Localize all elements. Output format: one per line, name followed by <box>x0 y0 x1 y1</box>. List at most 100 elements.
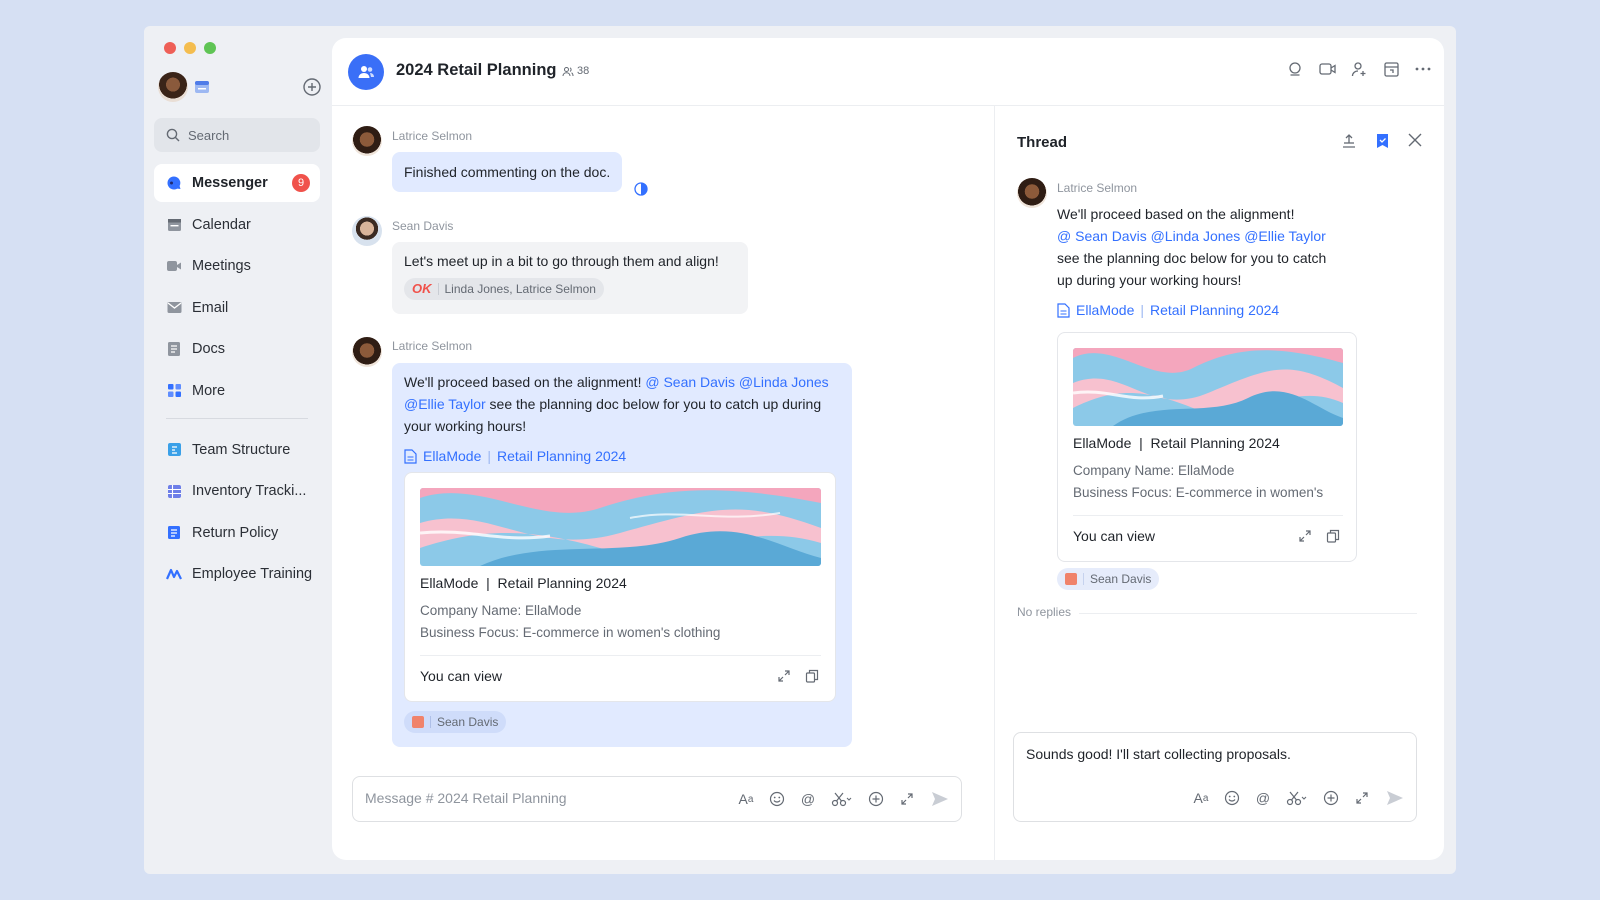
card-company-name: Company Name: EllaMode <box>1073 463 1235 478</box>
reaction-chip[interactable]: OK Linda Jones, Latrice Selmon <box>404 278 604 300</box>
reaction-chip[interactable]: Sean Davis <box>404 711 507 733</box>
send-icon[interactable] <box>1384 789 1406 807</box>
member-count[interactable]: 38 <box>562 65 589 77</box>
sidebar-item-email[interactable]: Email <box>154 289 320 327</box>
sidebar-item-calendar[interactable]: Calendar <box>154 206 320 244</box>
ok-emoji-icon: OK <box>412 281 432 296</box>
thread-message-line: We'll proceed based on the alignment! <box>1057 206 1295 222</box>
sidebar-item-label: More <box>192 382 226 399</box>
sidebar-divider <box>166 417 308 419</box>
doc-link-text[interactable]: EllaMode <box>1076 299 1134 321</box>
close-icon[interactable] <box>1408 133 1422 147</box>
search-history-icon[interactable] <box>1286 60 1304 78</box>
reaction-chip[interactable]: Sean Davis <box>1057 568 1160 590</box>
text-format-icon[interactable]: Aa <box>1192 789 1210 807</box>
reaction-users: Linda Jones, Latrice Selmon <box>444 282 596 296</box>
read-receipt-icon[interactable] <box>634 182 648 196</box>
search-placeholder: Search <box>188 127 230 143</box>
sidebar-nav: Messenger 9 Calendar Meetings Email Docs… <box>154 164 320 597</box>
add-member-icon[interactable] <box>1350 60 1368 78</box>
mention-sean-davis[interactable]: @ Sean Davis <box>645 374 735 390</box>
add-circle-icon[interactable] <box>1322 789 1340 807</box>
sidebar-pinned-inventory-tracking[interactable]: Inventory Tracki... <box>154 472 320 510</box>
user-avatar[interactable] <box>158 72 188 102</box>
message-text-part: We'll proceed based on the alignment! <box>404 374 646 390</box>
mention-linda-jones[interactable]: @Linda Jones <box>735 374 829 390</box>
org-icon <box>166 442 182 458</box>
message-bubble[interactable]: Let's meet up in a bit to go through the… <box>392 242 748 314</box>
expand-icon[interactable] <box>777 669 791 683</box>
calendar-status-icon[interactable] <box>194 79 210 95</box>
send-icon[interactable] <box>929 790 951 808</box>
more-options-icon[interactable] <box>1414 60 1432 78</box>
copy-icon[interactable] <box>805 669 819 683</box>
scissors-icon[interactable] <box>1285 789 1309 807</box>
bookmark-icon[interactable] <box>1375 133 1390 149</box>
message-text: Let's meet up in a bit to go through the… <box>404 253 719 269</box>
avatar[interactable] <box>1017 178 1047 208</box>
docs-icon <box>166 341 182 357</box>
thread-message: We'll proceed based on the alignment! @ … <box>1057 203 1357 321</box>
reply-input-value[interactable]: Sounds good! I'll start collecting propo… <box>1026 746 1291 762</box>
message-bubble[interactable]: Finished commenting on the doc. <box>392 152 623 192</box>
members-icon <box>562 66 574 76</box>
sidebar-pinned-employee-training[interactable]: Employee Training <box>154 555 320 593</box>
copy-icon[interactable] <box>1326 529 1340 543</box>
message-composer[interactable]: Message # 2024 Retail Planning Aa @ <box>352 776 962 822</box>
sidebar-pinned-return-policy[interactable]: Return Policy <box>154 514 320 552</box>
add-circle-icon[interactable] <box>302 77 322 97</box>
sidebar-item-label: Employee Training <box>192 566 313 582</box>
expand-composer-icon[interactable] <box>898 790 916 808</box>
avatar[interactable] <box>352 337 382 367</box>
pin-board-icon[interactable] <box>1382 60 1400 78</box>
sidebar-item-label: Messenger <box>192 175 268 191</box>
mention-icon[interactable]: @ <box>1254 789 1272 807</box>
sidebar-item-label: Docs <box>192 341 226 357</box>
emoji-icon[interactable] <box>768 790 786 808</box>
share-icon[interactable] <box>1341 133 1357 149</box>
sender-name[interactable]: Sean Davis <box>392 219 453 233</box>
reply-composer[interactable]: Sounds good! I'll start collecting propo… <box>1013 732 1417 822</box>
doc-link-text[interactable]: Retail Planning 2024 <box>1150 299 1279 321</box>
card-permission: You can view <box>1073 528 1155 544</box>
grid-icon <box>166 383 182 399</box>
expand-composer-icon[interactable] <box>1353 789 1371 807</box>
video-call-icon[interactable] <box>1318 60 1336 78</box>
doc-icon <box>404 448 417 464</box>
sidebar-item-label: Return Policy <box>192 524 279 541</box>
doc-link[interactable]: EllaMode | Retail Planning 2024 <box>404 445 840 467</box>
add-circle-icon[interactable] <box>867 790 885 808</box>
doc-link-text[interactable]: EllaMode <box>423 445 481 467</box>
expand-icon[interactable] <box>1298 529 1312 543</box>
sender-name[interactable]: Latrice Selmon <box>392 129 472 143</box>
chat-title[interactable]: 2024 Retail Planning <box>396 61 556 80</box>
mention-ellie-taylor[interactable]: @Ellie Taylor <box>404 396 486 412</box>
sidebar-item-meetings[interactable]: Meetings <box>154 247 320 285</box>
doc-link-separator: | <box>487 448 492 464</box>
doc-link-text[interactable]: Retail Planning 2024 <box>497 445 626 467</box>
sender-name[interactable]: Latrice Selmon <box>1057 181 1137 195</box>
group-avatar[interactable] <box>348 54 384 90</box>
thread-mentions[interactable]: @ Sean Davis @Linda Jones @Ellie Taylor <box>1057 225 1357 247</box>
doc-link[interactable]: EllaMode | Retail Planning 2024 <box>1057 299 1357 321</box>
text-format-icon[interactable]: Aa <box>737 790 755 808</box>
sidebar-item-messenger[interactable]: Messenger 9 <box>154 164 320 202</box>
emoji-icon[interactable] <box>1223 789 1241 807</box>
sender-name[interactable]: Latrice Selmon <box>392 339 472 353</box>
sidebar-item-label: Email <box>192 299 229 316</box>
doc-preview-card[interactable]: EllaMode | Retail Planning 2024 Company … <box>1057 332 1357 562</box>
sidebar-item-docs[interactable]: Docs <box>154 330 320 368</box>
sidebar-item-more[interactable]: More <box>154 372 320 410</box>
chat-header: 2024 Retail Planning 38 <box>332 38 1444 106</box>
main-panel: 2024 Retail Planning 38 Latrice Selmon F… <box>332 38 1444 860</box>
chat-messages: Latrice Selmon Finished commenting on th… <box>332 106 994 860</box>
avatar[interactable] <box>352 126 382 156</box>
thread-actions <box>1341 133 1422 149</box>
avatar[interactable] <box>352 216 382 246</box>
doc-preview-card[interactable]: EllaMode | Retail Planning 2024 Company … <box>404 472 836 702</box>
mention-icon[interactable]: @ <box>799 790 817 808</box>
scissors-icon[interactable] <box>830 790 854 808</box>
message-text: Finished commenting on the doc. <box>404 164 611 180</box>
sidebar-pinned-team-structure[interactable]: Team Structure <box>154 431 320 469</box>
search-input[interactable]: Search <box>154 118 320 152</box>
